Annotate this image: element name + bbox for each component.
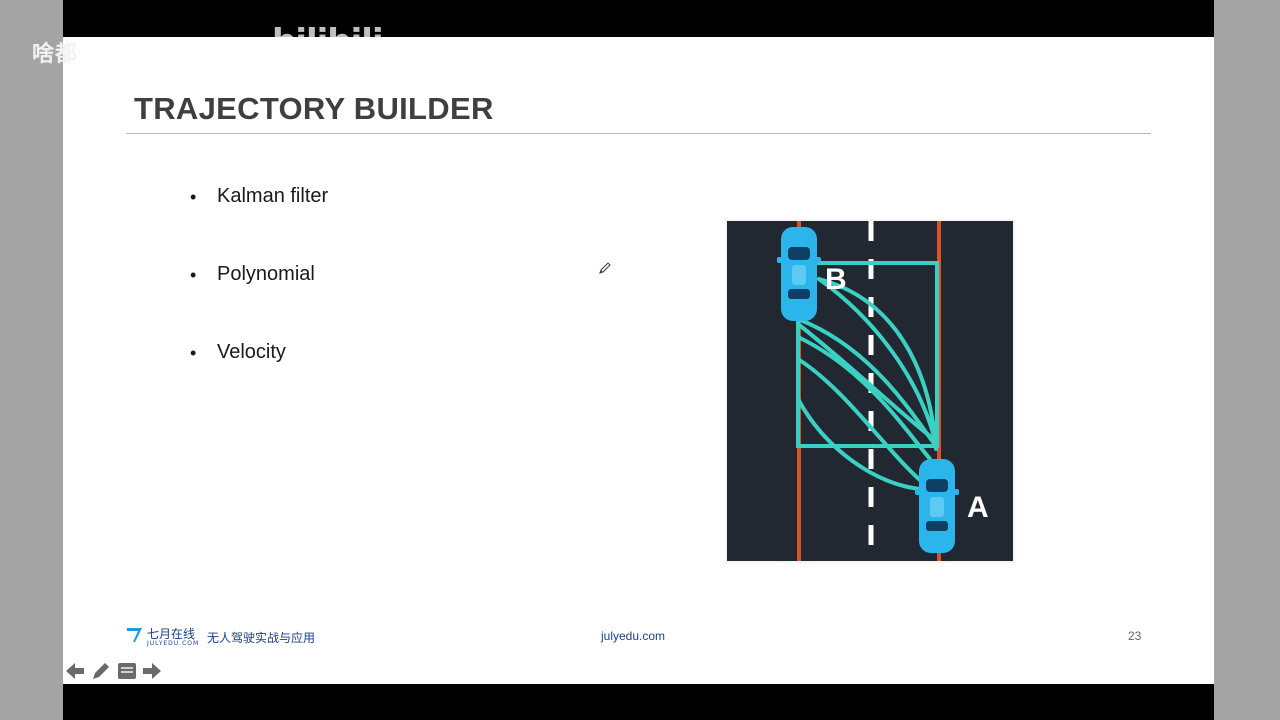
footer-website: julyedu.com [601,629,666,643]
bullet-dot: • [190,265,197,285]
pencil-icon[interactable] [90,660,112,682]
arrow-left-icon[interactable] [64,660,86,682]
top-letterbox [63,0,1214,37]
bullet-dot: • [190,187,197,207]
slides-menu-icon[interactable] [116,660,138,682]
bullet-text: Velocity [217,341,286,363]
slide-title: TRAJECTORY BUILDER [134,91,494,126]
channel-overlay-text: 啥都 [32,42,79,67]
right-gray-margin [1214,0,1280,720]
bullet-text: Kalman filter [217,185,329,207]
car-b-icon [777,227,821,321]
bullet-dot: • [190,343,197,363]
trajectory-diagram: B A [725,219,1015,563]
left-gray-margin [0,0,63,720]
title-divider [126,133,1151,134]
label-b: B [825,263,847,296]
julyedu-logo-icon [127,628,142,642]
arrow-right-icon[interactable] [141,660,163,682]
player-frame: TRAJECTORY BUILDER • Kalman filter • Pol… [0,0,1280,720]
presentation-slide: TRAJECTORY BUILDER • Kalman filter • Pol… [63,37,1214,684]
car-a-icon [915,459,959,553]
footer-brand-sub: JULYEDU.COM [147,640,200,647]
bottom-letterbox [63,684,1214,720]
slide-page-number: 23 [1128,629,1142,643]
label-a: A [967,491,989,524]
pen-cursor-icon [599,262,611,274]
bilibili-watermark: bilibili [272,22,384,62]
footer-course-name: 无人驾驶实战与应用 [207,631,316,645]
bullet-text: Polynomial [217,263,315,285]
